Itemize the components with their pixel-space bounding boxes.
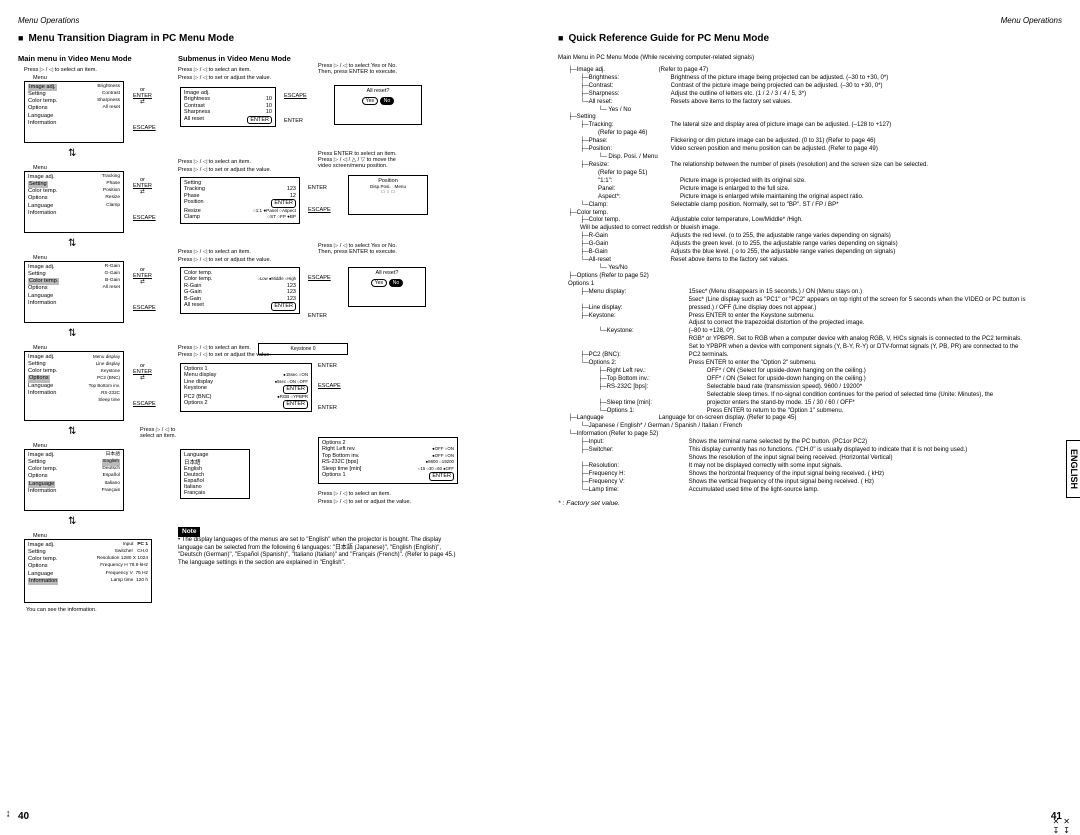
note-text: • The display languages of the menus are… bbox=[178, 537, 456, 566]
left-section-title: Menu Transition Diagram in PC Menu Mode bbox=[18, 33, 522, 44]
menu-transition-diagram: Menu Image adj.Brightness SettingContras… bbox=[18, 67, 522, 667]
quick-ref-tree: Main Menu in PC Menu Mode (While receivi… bbox=[558, 54, 1062, 494]
note-badge: Note bbox=[178, 527, 200, 537]
subhead-sub: Submenus in Video Menu Mode bbox=[178, 54, 522, 63]
page-number-left: 40 bbox=[18, 811, 29, 822]
english-tab: ENGLISH bbox=[1066, 440, 1080, 498]
crop-mark-left: ↨ bbox=[6, 808, 11, 818]
menu-label: Menu bbox=[31, 75, 49, 81]
running-header-right: Menu Operations bbox=[558, 16, 1062, 25]
right-section-title: Quick Reference Guide for PC Menu Mode bbox=[558, 33, 1062, 44]
factory-note: * : Factory set value. bbox=[558, 500, 1062, 507]
running-header-left: Menu Operations bbox=[18, 16, 522, 25]
subhead-main: Main menu in Video Menu Mode bbox=[18, 54, 178, 63]
